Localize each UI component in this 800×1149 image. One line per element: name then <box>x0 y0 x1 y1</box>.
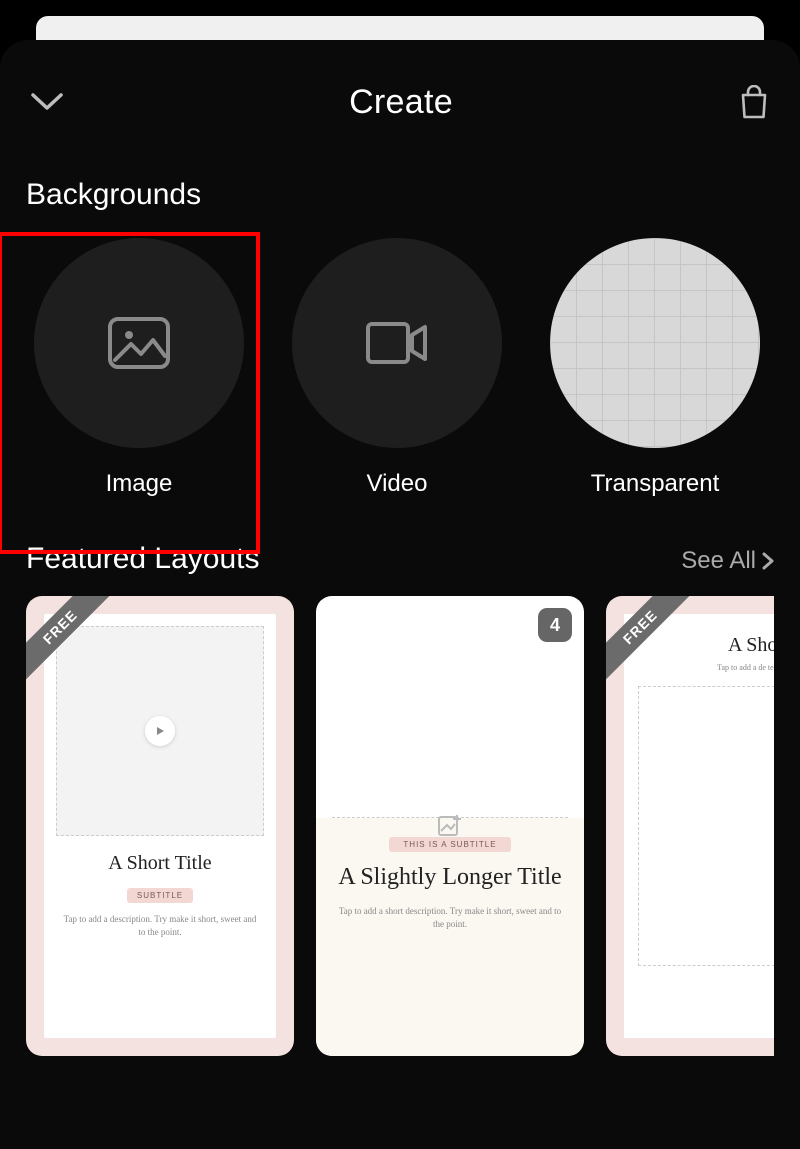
background-label: Transparent <box>591 470 720 498</box>
page-count-badge: 4 <box>538 608 572 642</box>
page-title: Create <box>349 83 453 122</box>
background-label: Image <box>106 470 173 498</box>
see-all-label: See All <box>681 547 756 575</box>
layout-subtitle-pill: THIS IS A SUBTITLE <box>389 837 510 852</box>
see-all-button[interactable]: See All <box>681 547 774 575</box>
app-screen: Create Backgrounds Image <box>0 0 800 1149</box>
layout-title: A Short Title <box>62 852 258 875</box>
layout-card[interactable]: THIS IS A SUBTITLE A Slightly Longer Tit… <box>316 596 584 1056</box>
background-option-video[interactable]: Video <box>292 238 502 498</box>
background-label: Video <box>367 470 428 498</box>
play-icon <box>145 716 175 746</box>
layout-card[interactable]: A Short Title SUBTITLE Tap to add a desc… <box>26 596 294 1056</box>
backgrounds-row[interactable]: Image Video Transparent <box>26 238 774 498</box>
layout-image-placeholder <box>56 626 264 836</box>
layout-title: A Shor <box>638 634 774 657</box>
layout-description: Tap to add a de tell your <box>638 663 774 672</box>
layout-preview: A Short Title SUBTITLE Tap to add a desc… <box>44 614 276 1038</box>
layout-description: Tap to add a short description. Try make… <box>338 905 562 930</box>
layout-preview: A Shor Tap to add a de tell your <box>624 614 774 1038</box>
chevron-down-icon <box>30 92 64 112</box>
layout-image-placeholder <box>638 686 774 966</box>
chevron-right-icon <box>762 552 774 570</box>
create-sheet: Create Backgrounds Image <box>0 40 800 1149</box>
dismiss-button[interactable] <box>26 81 68 123</box>
layouts-row[interactable]: A Short Title SUBTITLE Tap to add a desc… <box>26 596 774 1056</box>
background-option-transparent[interactable]: Transparent <box>550 238 760 498</box>
layout-card[interactable]: A Shor Tap to add a de tell your FREE <box>606 596 774 1056</box>
shopping-bag-icon <box>739 85 769 119</box>
background-video-circle <box>292 238 502 448</box>
video-icon <box>365 321 429 365</box>
image-icon <box>107 316 171 370</box>
shop-button[interactable] <box>734 82 774 122</box>
layout-subtitle-pill: SUBTITLE <box>127 888 193 903</box>
background-image-circle <box>34 238 244 448</box>
layouts-heading: Featured Layouts <box>26 542 259 576</box>
backgrounds-heading: Backgrounds <box>26 178 774 212</box>
background-option-image[interactable]: Image <box>34 238 244 498</box>
layout-description: Tap to add a description. Try make it sh… <box>62 913 258 938</box>
image-placeholder-icon <box>437 813 463 839</box>
sheet-behind <box>36 16 764 40</box>
layouts-header: Featured Layouts See All <box>26 542 774 576</box>
background-transparent-circle <box>550 238 760 448</box>
layout-title: A Slightly Longer Title <box>338 864 562 892</box>
sheet-header: Create <box>26 72 774 132</box>
